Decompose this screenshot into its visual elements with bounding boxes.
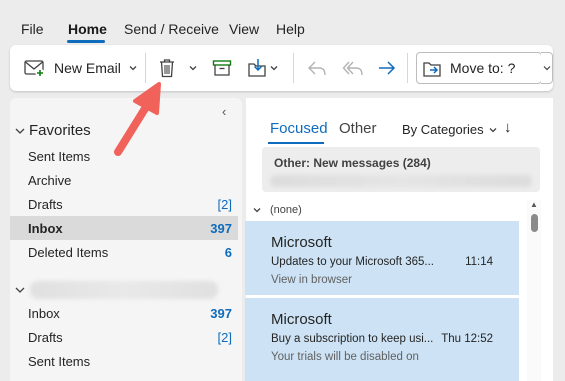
menu-send-receive[interactable]: Send / Receive (124, 21, 219, 37)
tab-focused[interactable]: Focused (270, 120, 328, 137)
filter-by-categories[interactable]: By Categories (402, 122, 498, 137)
favorites-label: Favorites (29, 122, 91, 139)
message-time: 11:14 (465, 256, 493, 268)
group-header[interactable]: (none) (252, 204, 302, 216)
message-item[interactable]: Microsoft Buy a subscription to keep usi… (245, 298, 519, 381)
menu-file[interactable]: File (21, 21, 44, 37)
menu-home[interactable]: Home (68, 21, 107, 37)
archive-button[interactable] (212, 45, 232, 91)
folder-count: 397 (210, 220, 232, 236)
menu-help[interactable]: Help (276, 21, 305, 37)
folder-archive[interactable]: Archive (10, 168, 238, 192)
reply-all-icon (342, 61, 363, 76)
folder-account-inbox[interactable]: Inbox 397 (10, 301, 238, 325)
folder-count: 397 (210, 305, 232, 321)
reply-icon (308, 61, 326, 76)
folder-account-drafts[interactable]: Drafts [2] (10, 325, 238, 349)
forward-button[interactable] (377, 45, 397, 91)
move-to-folder-icon (423, 62, 441, 77)
folder-drafts[interactable]: Drafts [2] (10, 192, 238, 216)
folder-name: Inbox (28, 220, 63, 236)
message-item[interactable]: Microsoft Updates to your Microsoft 365.… (245, 221, 519, 295)
archive-icon (212, 60, 232, 76)
folder-name: Sent Items (28, 148, 91, 164)
folder-account-sent-items[interactable]: Sent Items (10, 349, 238, 373)
scroll-up-icon[interactable]: ▲ (530, 200, 538, 209)
tab-other[interactable]: Other (339, 120, 377, 137)
folder-name: Inbox (28, 305, 60, 321)
sort-direction-icon[interactable]: ↓ (504, 119, 512, 136)
chevron-down-icon (489, 127, 497, 132)
message-sender: Microsoft (271, 234, 332, 251)
notice-preview-redacted (270, 175, 532, 187)
folder-name: Drafts (28, 196, 63, 212)
folder-count: [2] (217, 329, 232, 345)
scrollbar-thumb[interactable] (531, 214, 538, 232)
folder-count: 6 (224, 244, 232, 260)
reply-all-button[interactable] (342, 45, 364, 91)
message-sender: Microsoft (271, 311, 332, 328)
chevron-down-icon (543, 66, 550, 71)
active-tab-indicator (67, 40, 105, 43)
message-preview: View in browser (271, 274, 352, 286)
forward-arrow-icon (379, 61, 396, 75)
envelope-icon (24, 60, 45, 77)
move-to-label: Move to: ? (450, 60, 516, 76)
move-folder-icon (248, 59, 266, 77)
move-button[interactable] (247, 45, 279, 91)
message-subject: Buy a subscription to keep usi... (271, 333, 434, 345)
folder-name: Sent Items (28, 353, 91, 369)
menu-view[interactable]: View (229, 21, 259, 37)
other-new-messages-notice[interactable]: Other: New messages (284) (262, 147, 540, 192)
menu-bar: File Home Send / Receive View Help (0, 0, 565, 43)
message-subject: Updates to your Microsoft 365... (271, 256, 434, 268)
chevron-down-icon (189, 66, 197, 71)
reply-button[interactable] (307, 45, 327, 91)
folder-name: Deleted Items (28, 244, 109, 260)
chevron-down-icon (253, 208, 261, 213)
new-email-label: New Email (54, 60, 121, 76)
chevron-down-icon (15, 128, 25, 134)
group-label: (none) (270, 204, 302, 216)
ribbon-toolbar: New Email Move to: ? (10, 45, 553, 91)
trash-icon (160, 59, 174, 78)
message-preview: Your trials will be disabled on (271, 351, 419, 363)
ribbon-separator (145, 53, 146, 83)
folder-deleted-items[interactable]: Deleted Items 6 (10, 240, 238, 264)
delete-button[interactable] (158, 45, 176, 91)
ribbon-separator (407, 53, 408, 83)
chevron-down-icon[interactable] (128, 64, 138, 72)
folder-name: Drafts (28, 329, 63, 345)
collapse-pane-icon[interactable]: ‹ (222, 104, 226, 119)
new-email-button[interactable]: New Email (24, 45, 138, 91)
folder-inbox[interactable]: Inbox 397 (10, 216, 238, 240)
chevron-down-icon[interactable] (14, 285, 26, 295)
filter-label: By Categories (402, 122, 484, 137)
account-name-redacted[interactable] (30, 281, 218, 299)
favorites-header[interactable]: Favorites (14, 122, 91, 139)
ribbon-separator (293, 53, 294, 83)
chevron-down-icon (270, 66, 278, 71)
quickstep-dropdown[interactable] (541, 52, 553, 84)
folder-name: Archive (28, 172, 72, 188)
other-notice-text: Other: New messages (284) (274, 156, 431, 170)
message-time: Thu 12:52 (441, 333, 493, 345)
delete-options-button[interactable] (188, 45, 198, 91)
folder-count: [2] (217, 196, 232, 212)
move-to-quickstep[interactable]: Move to: ? (416, 52, 542, 84)
focused-tab-indicator (268, 142, 324, 144)
folder-sent-items[interactable]: Sent Items (10, 144, 238, 168)
